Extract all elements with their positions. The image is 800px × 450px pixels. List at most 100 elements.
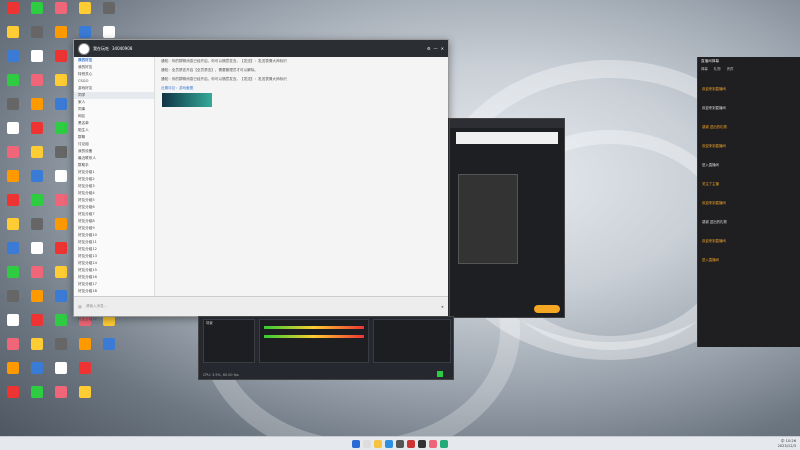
desktop-icon[interactable]	[74, 362, 96, 386]
sidebar-item[interactable]: 好友分组3	[74, 183, 154, 190]
desktop-icon[interactable]	[50, 218, 72, 242]
desktop-icon[interactable]	[74, 386, 96, 410]
settings-icon[interactable]: ⚙	[427, 46, 431, 51]
start-live-button[interactable]	[534, 305, 560, 313]
minimize-icon[interactable]: —	[434, 46, 438, 51]
sidebar-item[interactable]: CSGO	[74, 78, 154, 85]
desktop-icon[interactable]	[74, 2, 96, 26]
desktop-icon[interactable]	[50, 266, 72, 290]
app-icon[interactable]	[418, 439, 426, 448]
sidebar-item[interactable]: 好友分组9	[74, 225, 154, 232]
desktop-icon[interactable]	[50, 314, 72, 338]
controls-panel[interactable]	[373, 319, 451, 363]
desktop-icon[interactable]	[98, 338, 120, 362]
sidebar-item[interactable]: 好友分组11	[74, 239, 154, 246]
desktop-icon[interactable]	[50, 98, 72, 122]
sidebar-item[interactable]: 同事	[74, 106, 154, 113]
desktop-icon[interactable]	[26, 98, 48, 122]
search-icon[interactable]	[363, 439, 371, 448]
avatar[interactable]	[78, 42, 90, 55]
sidebar-item[interactable]: 陌生人	[74, 127, 154, 134]
sidebar-item[interactable]: 好友分组14	[74, 260, 154, 267]
desktop-icon[interactable]	[50, 50, 72, 74]
desktop-icon[interactable]	[50, 74, 72, 98]
desktop-icon[interactable]	[2, 98, 24, 122]
sidebar-item[interactable]: 好友分组12	[74, 246, 154, 253]
sidebar-item[interactable]: 好友分组7	[74, 211, 154, 218]
desktop-icon[interactable]	[2, 50, 24, 74]
desktop-icon[interactable]	[50, 242, 72, 266]
live-tab[interactable]: 弹幕	[701, 66, 708, 71]
desktop-icon[interactable]	[26, 50, 48, 74]
desktop-icon[interactable]	[50, 194, 72, 218]
desktop-icon[interactable]	[50, 290, 72, 314]
sidebar-item[interactable]: 网友	[74, 113, 154, 120]
shared-image[interactable]	[162, 93, 212, 107]
sidebar-item[interactable]: 好友分组16	[74, 274, 154, 281]
start-icon[interactable]	[352, 439, 360, 448]
desktop-icon[interactable]	[2, 218, 24, 242]
desktop-icon[interactable]	[2, 74, 24, 98]
desktop-icon[interactable]	[2, 386, 24, 410]
send-icon[interactable]: ➤	[441, 305, 444, 309]
desktop-icon[interactable]	[50, 170, 72, 194]
desktop-icon[interactable]	[26, 242, 48, 266]
sidebar-item[interactable]: 好友分组18	[74, 288, 154, 295]
desktop-icon[interactable]	[2, 362, 24, 386]
desktop-icon[interactable]	[2, 194, 24, 218]
desktop-icon[interactable]	[26, 314, 48, 338]
app-icon[interactable]	[407, 439, 415, 448]
desktop-icon[interactable]	[26, 290, 48, 314]
app-icon[interactable]	[429, 439, 437, 448]
desktop-icon[interactable]	[98, 2, 120, 26]
desktop-icon[interactable]	[26, 26, 48, 50]
desktop-icon[interactable]	[2, 266, 24, 290]
desktop-icon[interactable]	[26, 386, 48, 410]
sidebar-item[interactable]: 好友分组10	[74, 232, 154, 239]
desktop-icon[interactable]	[26, 146, 48, 170]
desktop-icon[interactable]	[26, 218, 48, 242]
desktop-icon[interactable]	[2, 2, 24, 26]
sidebar-item[interactable]: 好友分组8	[74, 218, 154, 225]
sidebar-item[interactable]: 群助手	[74, 162, 154, 169]
qq-window[interactable]: 我在玩吃 34040908 ⚙ — ✕ 我的好友 我的好友 特别关心 CSGO 游戏好…	[73, 39, 449, 321]
sidebar-item[interactable]: 游戏好友	[74, 85, 154, 92]
sidebar-item[interactable]: 好友分组6	[74, 204, 154, 211]
sidebar-item[interactable]: 黑名单	[74, 120, 154, 127]
sidebar-item[interactable]: 好友分组2	[74, 176, 154, 183]
desktop-icon[interactable]	[50, 338, 72, 362]
live-tab[interactable]: 贵宾	[727, 66, 734, 71]
desktop-icon[interactable]	[74, 338, 96, 362]
desktop-icon[interactable]	[26, 266, 48, 290]
sidebar-item[interactable]: 好友分组17	[74, 281, 154, 288]
desktop-icon[interactable]	[50, 362, 72, 386]
desktop-icon[interactable]	[26, 362, 48, 386]
desktop-icon[interactable]	[2, 146, 24, 170]
desktop-icon[interactable]	[26, 2, 48, 26]
app-icon[interactable]	[440, 439, 448, 448]
desktop-icon[interactable]	[26, 338, 48, 362]
sidebar-item[interactable]: 群聊	[74, 134, 154, 141]
group-header[interactable]: 我的好友	[74, 57, 154, 64]
sidebar-item[interactable]: 我的好友	[74, 64, 154, 71]
desktop-icon[interactable]	[26, 194, 48, 218]
app-icon[interactable]	[396, 439, 404, 448]
desktop-icon[interactable]	[26, 122, 48, 146]
desktop-icon[interactable]	[2, 314, 24, 338]
desktop-icon[interactable]	[2, 170, 24, 194]
sidebar-item[interactable]: 好友分组5	[74, 197, 154, 204]
system-tray[interactable]: 中 10:26 2023/12/3	[778, 439, 796, 449]
sidebar-item[interactable]: 特别关心	[74, 71, 154, 78]
desktop-icon[interactable]	[50, 2, 72, 26]
sidebar-item[interactable]: 好友分组4	[74, 190, 154, 197]
desktop-icon[interactable]	[2, 26, 24, 50]
sidebar-item[interactable]: 好友分组1	[74, 169, 154, 176]
live-tab[interactable]: 礼物	[714, 66, 721, 71]
audio-mixer[interactable]	[259, 319, 369, 363]
sidebar-item[interactable]: 好友分组22	[74, 316, 154, 323]
sidebar-item[interactable]: 好友分组15	[74, 267, 154, 274]
sidebar-item[interactable]: 最近联系人	[74, 155, 154, 162]
emoji-icon[interactable]: ☺	[78, 305, 82, 309]
sidebar-item[interactable]: 好友分组13	[74, 253, 154, 260]
desktop-icon[interactable]	[26, 74, 48, 98]
